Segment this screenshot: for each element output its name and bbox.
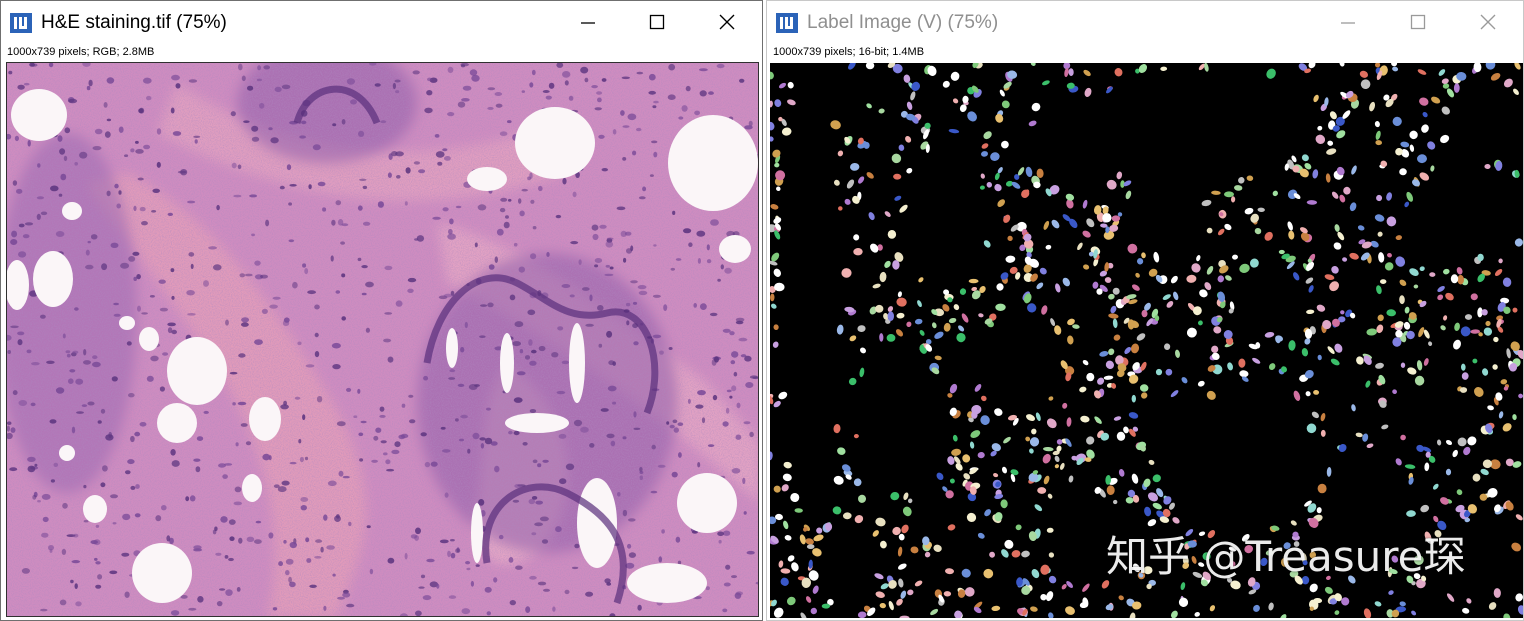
close-icon xyxy=(719,14,735,30)
maximize-button[interactable] xyxy=(622,1,692,43)
image-info-text: 1000x739 pixels; 16-bit; 1.4MB xyxy=(773,46,925,58)
imagej-app-icon xyxy=(10,13,32,33)
close-icon xyxy=(1480,14,1496,30)
label-image-canvas[interactable]: 知乎 @Treasure琛 xyxy=(770,63,1523,618)
maximize-icon xyxy=(649,14,665,30)
minimize-icon xyxy=(1341,22,1355,24)
maximize-button[interactable] xyxy=(1383,1,1453,43)
window-title-bar[interactable]: Label Image (V) (75%) xyxy=(767,1,1523,43)
window-title: Label Image (V) (75%) xyxy=(807,12,999,33)
he-image-window[interactable]: H&E staining.tif (75%) 1000x739 pixels; … xyxy=(0,0,763,621)
maximize-icon xyxy=(1410,14,1426,30)
minimize-icon xyxy=(581,22,595,24)
imagej-app-icon xyxy=(776,13,798,33)
he-tissue-image xyxy=(7,63,758,616)
he-image-canvas[interactable] xyxy=(6,62,759,617)
minimize-button[interactable] xyxy=(1313,1,1383,43)
close-button[interactable] xyxy=(1453,1,1523,43)
watermark-text: 知乎 @Treasure琛 xyxy=(1106,532,1466,581)
label-image-window[interactable]: Label Image (V) (75%) 1000x739 pixels; 1… xyxy=(766,0,1524,621)
minimize-button[interactable] xyxy=(553,1,623,43)
window-title-bar[interactable]: H&E staining.tif (75%) xyxy=(1,1,762,43)
image-info-text: 1000x739 pixels; RGB; 2.8MB xyxy=(7,46,155,58)
window-title: H&E staining.tif (75%) xyxy=(41,12,227,33)
close-button[interactable] xyxy=(692,1,762,43)
